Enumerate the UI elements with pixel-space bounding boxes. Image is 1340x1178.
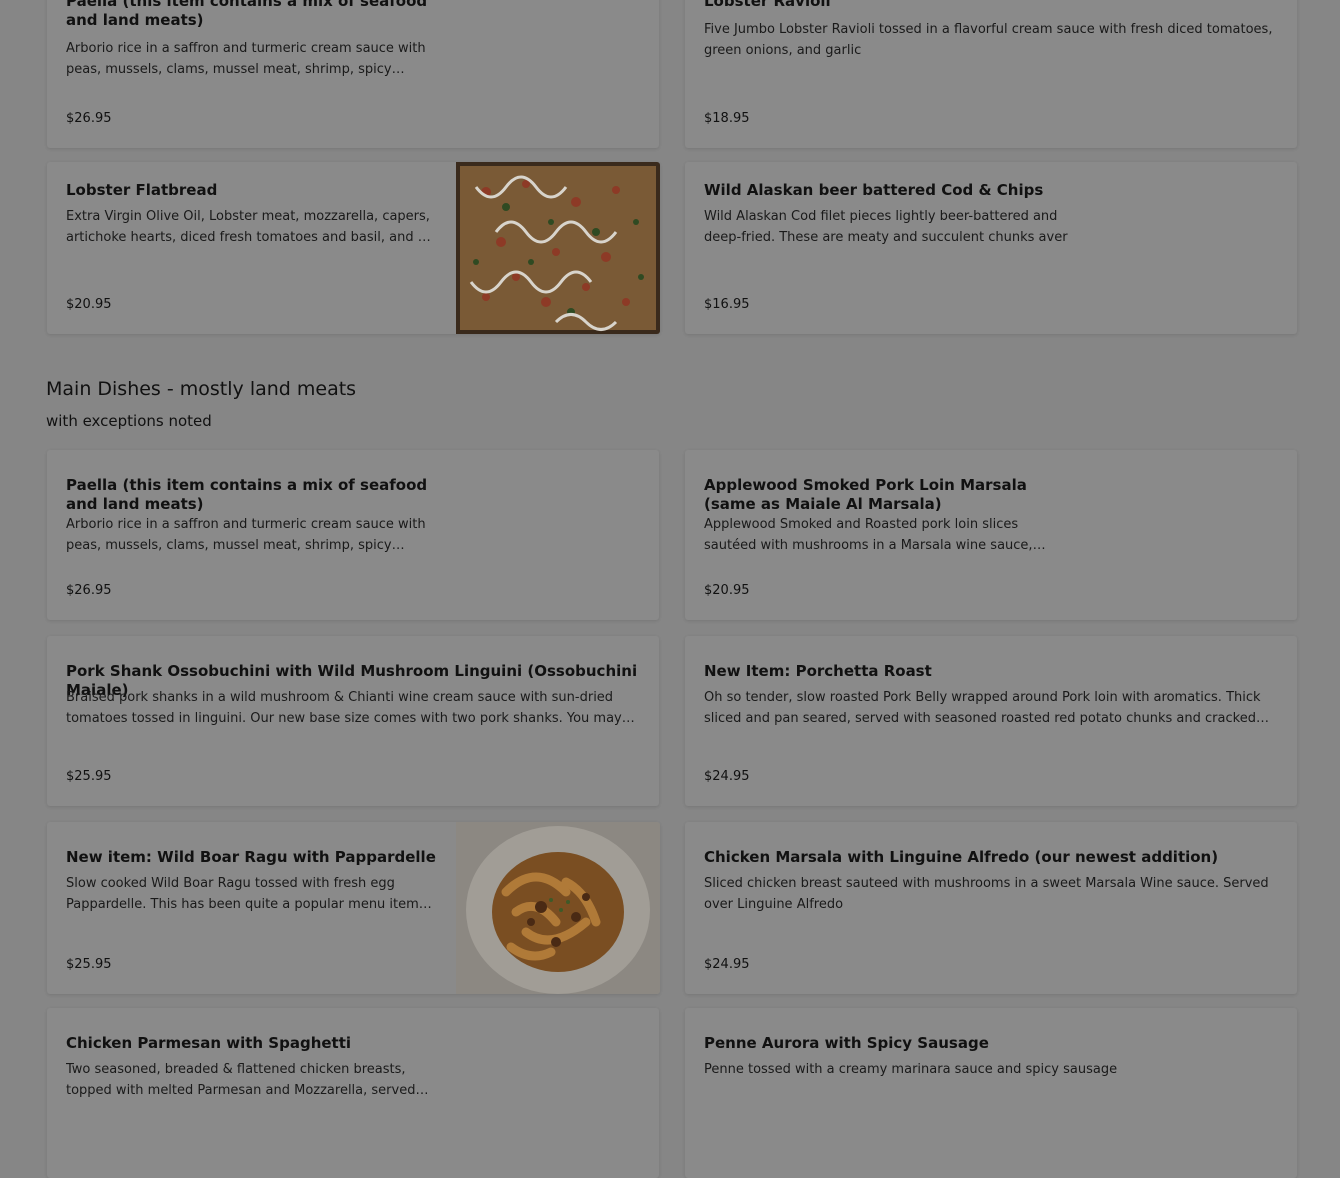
menu-item-description: Arborio rice in a saffron and turmeric c… [66,41,426,77]
section-title: Main Dishes - mostly land meats [46,378,357,400]
menu-item-price: $26.95 [66,583,112,598]
menu-item-description: Applewood Smoked and Roasted pork loin s… [704,517,1033,553]
menu-item-description: Penne tossed with a creamy marinara sauc… [704,1062,1118,1077]
menu-item-card[interactable]: Chicken Marsala with Linguine Alfredo (o… [685,822,1297,994]
menu-item-description: Oh so tender, slow roasted Pork Belly wr… [704,690,1261,726]
menu-item-card[interactable]: Wild Alaskan beer battered Cod & Chips W… [685,162,1297,334]
menu-item-title: Chicken Marsala with Linguine Alfredo (o… [704,848,1219,866]
menu-item-description: Braised pork shanks in a wild mushroom &… [66,690,622,726]
menu-item-card[interactable]: Lobster Ravioli Five Jumbo Lobster Ravio… [685,0,1297,148]
menu-item-card[interactable]: Applewood Smoked Pork Loin Marsala (same… [685,450,1297,620]
menu-item-card[interactable]: Chicken Parmesan with Spaghetti Two seas… [47,1008,659,1178]
menu-item-description: Wild Alaskan Cod filet pieces lightly be… [704,209,1068,245]
menu-item-price: $16.95 [704,297,750,312]
menu-item-title: Chicken Parmesan with Spaghetti [66,1034,352,1052]
menu-item-description: Sliced chicken breast sauteed with mushr… [704,876,1269,912]
flatbread-photo [456,162,660,334]
menu-item-title: Lobster Ravioli [704,0,831,10]
menu-item-card[interactable]: Paella (this item contains a mix of seaf… [47,450,659,620]
menu-item-price: $20.95 [66,297,112,312]
menu-item-description: Extra Virgin Olive Oil, Lobster meat, mo… [66,209,430,245]
section-subtitle: with exceptions noted [46,412,212,430]
menu-item-price: $20.95 [704,583,750,598]
menu-item-title: Penne Aurora with Spicy Sausage [704,1034,989,1052]
menu-item-title: Wild Alaskan beer battered Cod & Chips [704,181,1044,199]
menu-item-description: Slow cooked Wild Boar Ragu tossed with f… [66,876,419,912]
menu-item-card[interactable]: New item: Wild Boar Ragu with Pappardell… [47,822,660,994]
menu-item-title: Applewood Smoked Pork Loin Marsala (same… [704,476,1027,513]
menu-item-title: Paella (this item contains a mix of seaf… [66,0,428,29]
menu-item-price: $24.95 [704,769,750,784]
menu-item-title: New Item: Porchetta Roast [704,662,932,680]
menu-item-price: $24.95 [704,957,750,972]
menu-item-price: $25.95 [66,769,112,784]
menu-item-card[interactable]: Pork Shank Ossobuchini with Wild Mushroo… [47,636,659,806]
menu-item-card[interactable]: Paella (this item contains a mix of seaf… [47,0,659,148]
menu-item-description: Five Jumbo Lobster Ravioli tossed in a f… [704,22,1273,58]
menu-item-card[interactable]: Lobster Flatbread Extra Virgin Olive Oil… [47,162,660,334]
menu-item-description: Arborio rice in a saffron and turmeric c… [66,517,426,553]
menu-item-card[interactable]: Penne Aurora with Spicy Sausage Penne to… [685,1008,1297,1178]
menu-item-title: Paella (this item contains a mix of seaf… [66,476,428,513]
menu-item-price: $18.95 [704,111,750,126]
menu-item-card[interactable]: New Item: Porchetta Roast Oh so tender, … [685,636,1297,806]
menu-item-description: Two seasoned, breaded & flattened chicke… [66,1062,416,1098]
menu-item-price: $25.95 [66,957,112,972]
menu-item-price: $26.95 [66,111,112,126]
pappardelle-photo [456,822,660,994]
